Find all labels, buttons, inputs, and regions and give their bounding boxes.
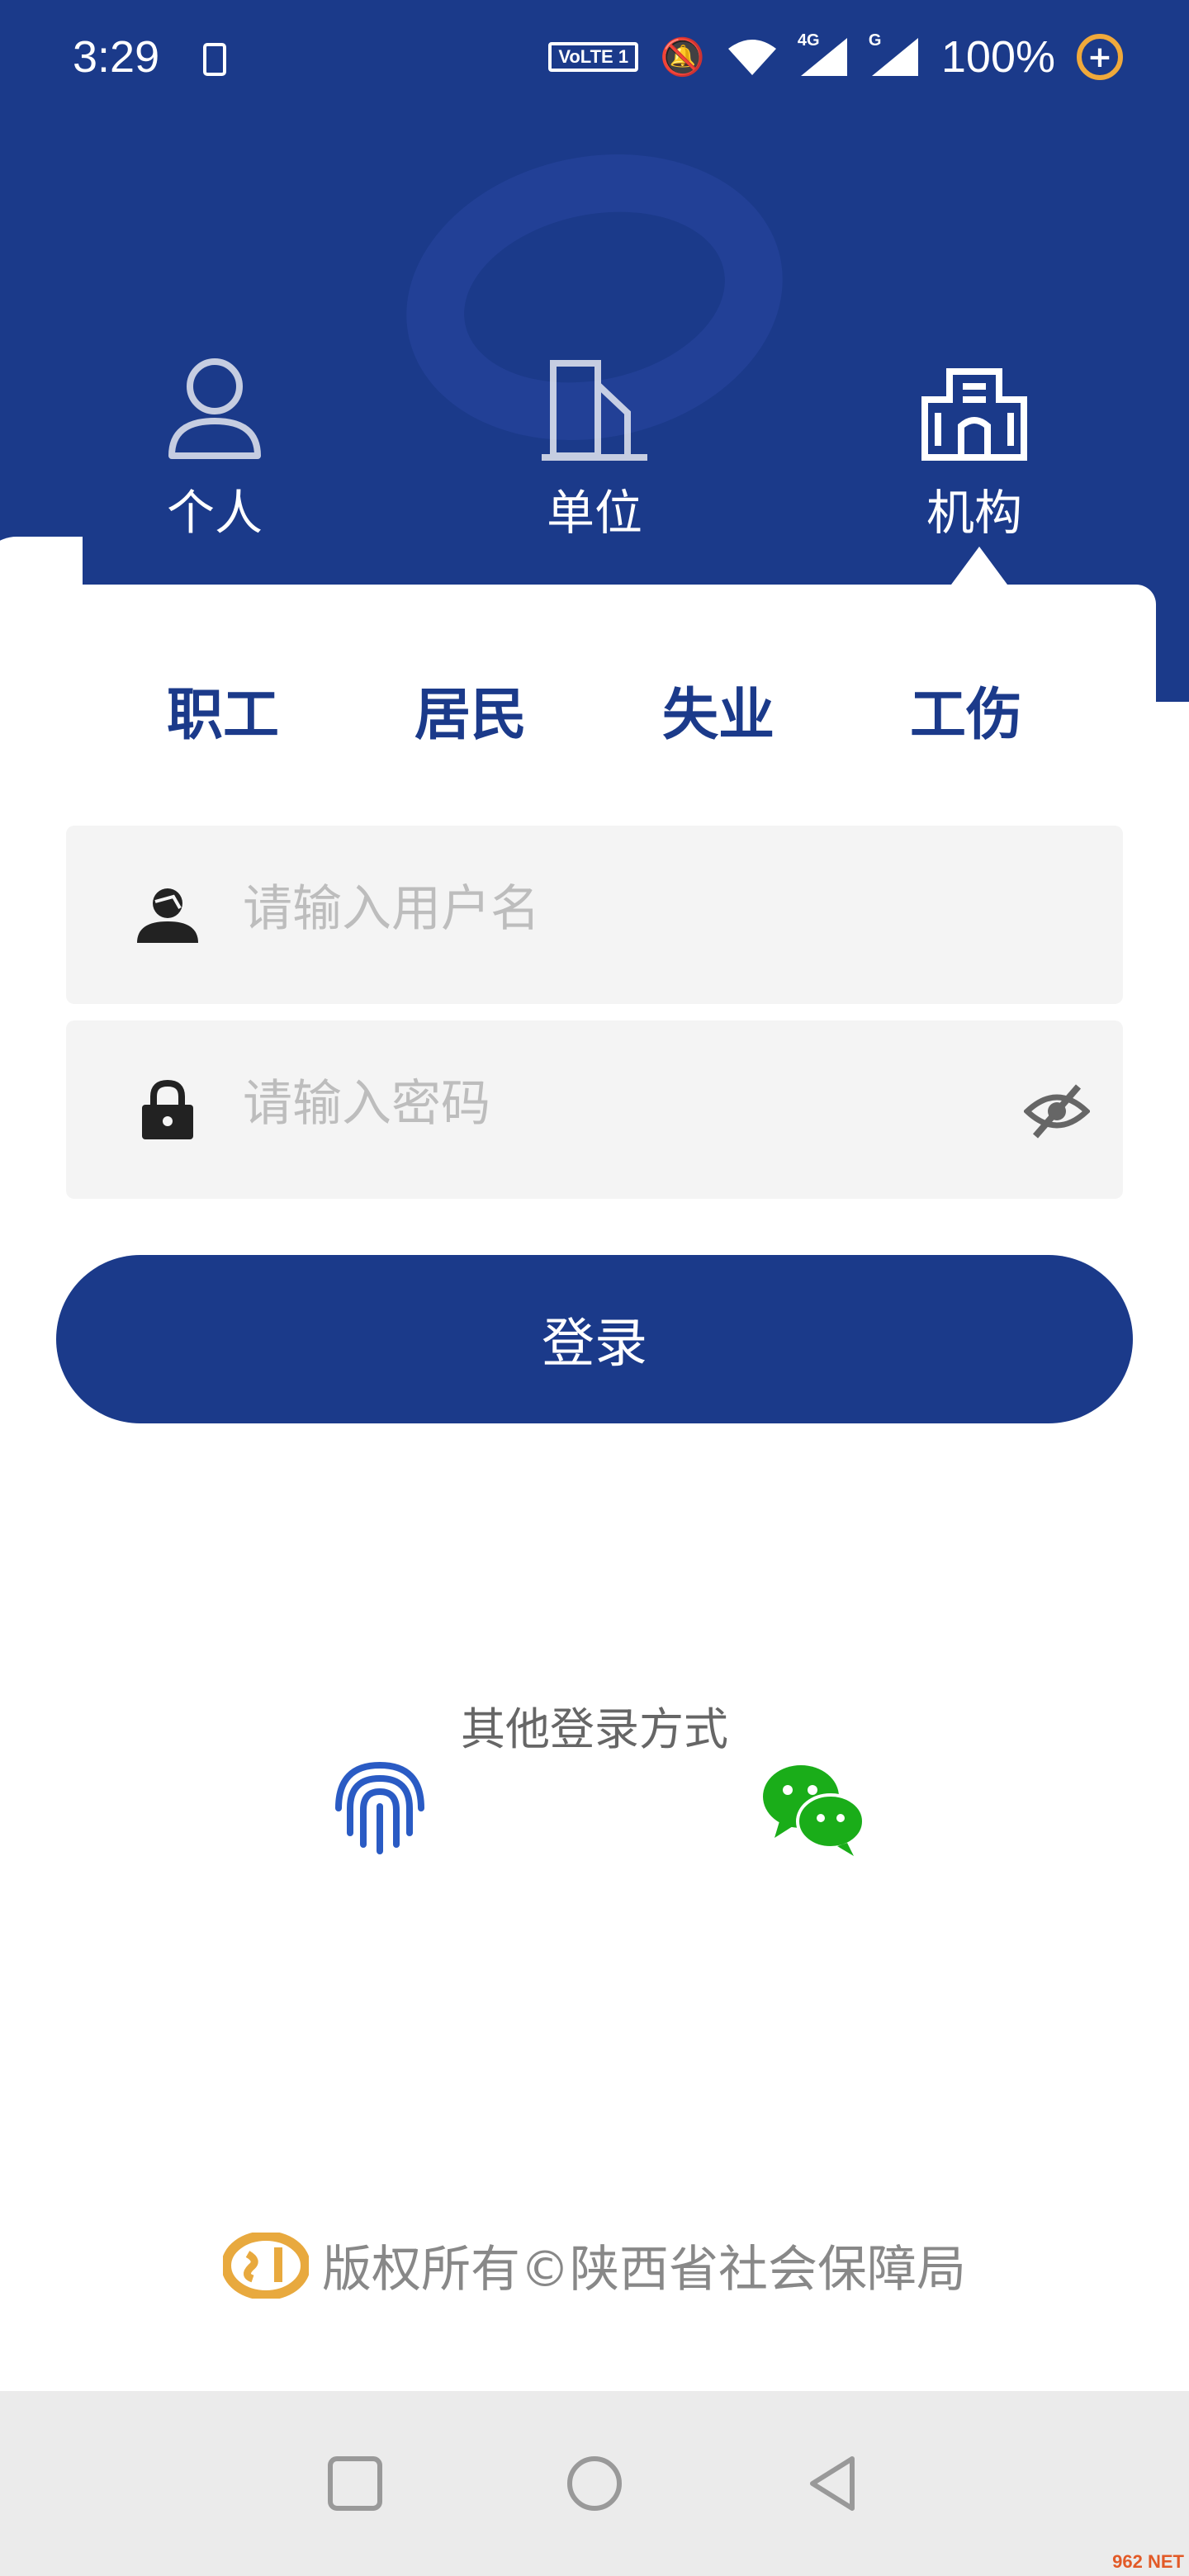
signal-4g-icon: 4G: [798, 31, 849, 78]
password-input[interactable]: [241, 1062, 1021, 1146]
subtab-unemployment[interactable]: 失业: [594, 669, 842, 751]
status-bar: 3:29 VoLTE 1 🔕 4G G 100% +: [0, 0, 1189, 124]
tab-unit-label: 单位: [546, 485, 642, 541]
lock-icon: [142, 1080, 193, 1139]
home-icon[interactable]: [561, 2451, 628, 2517]
watermark-badge: 962 NET: [1112, 2551, 1184, 2572]
eye-off-icon[interactable]: [1024, 1082, 1090, 1141]
si-logo-icon: [223, 2232, 309, 2299]
status-indicators: VoLTE 1 🔕 4G G 100% +: [548, 31, 1123, 83]
person-icon: [168, 358, 261, 459]
subtab-employee[interactable]: 职工: [99, 669, 347, 751]
selected-tab-pointer: [951, 547, 1007, 585]
battery-saver-icon: +: [1077, 34, 1123, 80]
other-login-title: 其他登录方式: [461, 1703, 728, 1755]
sub-tab-bar: 职工 居民 失业 工伤: [33, 669, 1156, 751]
fingerprint-icon[interactable]: [330, 1759, 429, 1858]
recent-apps-icon[interactable]: [322, 2451, 388, 2517]
tab-institution-label: 机构: [926, 485, 1022, 541]
download-icon: [203, 43, 226, 76]
tab-unit[interactable]: 单位: [487, 355, 702, 543]
wifi-icon: [727, 40, 776, 75]
login-button[interactable]: 登录: [56, 1255, 1133, 1423]
wechat-icon[interactable]: [760, 1759, 867, 1858]
status-time: 3:29: [73, 32, 160, 82]
username-input[interactable]: [241, 867, 1021, 951]
building-icon: [542, 360, 647, 461]
subtab-resident[interactable]: 居民: [347, 669, 594, 751]
username-field: [66, 826, 1123, 1004]
tab-institution[interactable]: 机构: [867, 355, 1082, 543]
volte-icon: VoLTE 1: [548, 42, 639, 72]
institution-icon: [921, 368, 1027, 461]
user-icon: [137, 888, 198, 943]
copyright-text: 版权所有©陕西省社会保障局: [322, 2241, 966, 2299]
back-icon[interactable]: [801, 2451, 867, 2517]
subtab-work-injury[interactable]: 工伤: [842, 669, 1090, 751]
bell-muted-icon: 🔕: [660, 36, 705, 78]
tab-personal[interactable]: 个人: [107, 355, 322, 543]
tab-personal-label: 个人: [166, 485, 263, 541]
system-nav-bar: 962 NET: [0, 2391, 1189, 2576]
copyright: 版权所有©陕西省社会保障局: [0, 2229, 1189, 2301]
battery-percent: 100%: [940, 32, 1055, 82]
signal-g-icon: G: [869, 31, 920, 78]
password-field: [66, 1020, 1123, 1199]
